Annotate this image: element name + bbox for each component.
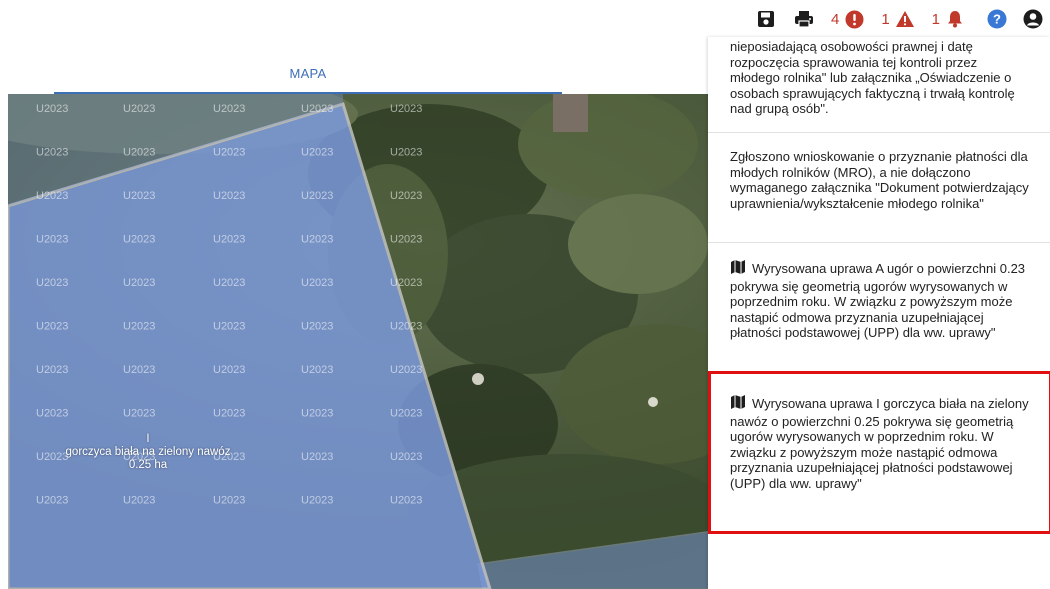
warnings-button[interactable]: 1: [881, 0, 915, 38]
parcel-code-label: U2023: [213, 190, 245, 202]
parcel-code-label: U2023: [36, 321, 68, 333]
divider: [708, 242, 1050, 243]
parcel-code-label: U2023: [36, 147, 68, 159]
notification-count: 1: [931, 10, 940, 28]
floppy-disk-icon: [755, 8, 777, 30]
parcel-code-label: U2023: [123, 234, 155, 246]
parcel-code-label: U2023: [123, 495, 155, 507]
notification-text: Zgłoszono wnioskowanie o przyznanie płat…: [730, 149, 1029, 211]
tab-mapa-label: MAPA: [289, 66, 327, 81]
parcel-code-label: U2023: [390, 147, 422, 159]
notifications-button[interactable]: 1: [932, 0, 966, 38]
parcel-code-label: U2023: [301, 321, 333, 333]
notifications-panel[interactable]: nieposiadającą osobowości prawnej i datę…: [708, 37, 1050, 589]
parcel-code-label: U2023: [36, 103, 68, 115]
notification-text: Wyrysowana uprawa A ugór o powierzchni 0…: [730, 261, 1026, 340]
user-button[interactable]: [1022, 0, 1044, 38]
parcel-code-label: U2023: [301, 234, 333, 246]
parcel-code-label: U2023: [390, 321, 422, 333]
parcel-code-label: U2023: [301, 364, 333, 376]
parcel-code-label: U2023: [213, 321, 245, 333]
parcel-code-label: U2023: [36, 234, 68, 246]
parcel-code-label: U2023: [123, 190, 155, 202]
notification-text: nieposiadającą osobowości prawnej i datę…: [730, 39, 1015, 116]
warning-count: 1: [881, 10, 890, 28]
notification-item[interactable]: Zgłoszono wnioskowanie o przyznanie płat…: [708, 149, 1050, 211]
parcel-code-label: U2023: [36, 277, 68, 289]
exclamation-circle-icon: [843, 8, 865, 30]
parcel-code-label: U2023: [36, 408, 68, 420]
parcel-code-label: U2023: [390, 190, 422, 202]
parcel-code-label: U2023: [301, 451, 333, 463]
parcel-code-label: U2023: [36, 190, 68, 202]
print-button[interactable]: [793, 0, 815, 38]
parcel-code-label: U2023: [36, 495, 68, 507]
parcel-code-label: U2023: [123, 147, 155, 159]
parcel-code-label: U2023: [123, 408, 155, 420]
parcel-code-label: U2023: [213, 364, 245, 376]
parcel-code-label: U2023: [301, 147, 333, 159]
printer-icon: [793, 8, 815, 30]
parcel-code-label: U2023: [213, 408, 245, 420]
question-circle-icon: ?: [986, 8, 1008, 30]
parcel-code-label: U2023: [213, 103, 245, 115]
parcel-code-label: U2023: [123, 103, 155, 115]
divider: [708, 132, 1050, 133]
feature-label: I gorczyca biała na zielony nawóz 0.25 h…: [58, 433, 238, 472]
parcel-code-label: U2023: [301, 277, 333, 289]
help-button[interactable]: ?: [986, 0, 1008, 38]
feature-label-area: 0.25 ha: [128, 459, 168, 471]
parcel-code-label: U2023: [390, 364, 422, 376]
parcel-code-label: U2023: [123, 277, 155, 289]
parcel-code-label: U2023: [301, 190, 333, 202]
parcel-code-label: U2023: [301, 408, 333, 420]
user-circle-icon: [1022, 8, 1044, 30]
tab-mapa[interactable]: MAPA: [54, 60, 562, 94]
parcel-code-label: U2023: [213, 495, 245, 507]
map-icon: [730, 259, 746, 279]
parcel-code-label: U2023: [36, 364, 68, 376]
parcel-code-label: U2023: [390, 277, 422, 289]
parcel-code-label: U2023: [123, 364, 155, 376]
parcel-code-label: U2023: [213, 147, 245, 159]
parcel-code-label: U2023: [301, 495, 333, 507]
bell-icon: [944, 8, 966, 30]
notification-item[interactable]: Wyrysowana uprawa A ugór o powierzchni 0…: [708, 259, 1050, 341]
highlight-frame: [708, 371, 1050, 534]
notification-item[interactable]: nieposiadającą osobowości prawnej i datę…: [708, 39, 1050, 117]
parcel-code-label: U2023: [390, 234, 422, 246]
svg-text:?: ?: [993, 12, 1001, 27]
save-button[interactable]: [755, 0, 777, 38]
parcel-code-label: U2023: [390, 451, 422, 463]
parcel-code-label: U2023: [390, 495, 422, 507]
parcel-code-label: U2023: [213, 277, 245, 289]
errors-button[interactable]: 4: [831, 0, 865, 38]
top-toolbar: 4 1 1 ?: [755, 0, 1050, 38]
error-count: 4: [830, 10, 840, 28]
parcel-code-label: U2023: [213, 234, 245, 246]
feature-label-name: gorczyca biała na zielony nawóz: [65, 446, 231, 458]
warning-triangle-icon: [894, 8, 916, 30]
feature-label-id: I: [146, 433, 150, 445]
parcel-code-label: U2023: [390, 408, 422, 420]
parcel-code-label: U2023: [301, 103, 333, 115]
parcel-code-label: U2023: [390, 103, 422, 115]
parcel-code-label: U2023: [123, 321, 155, 333]
